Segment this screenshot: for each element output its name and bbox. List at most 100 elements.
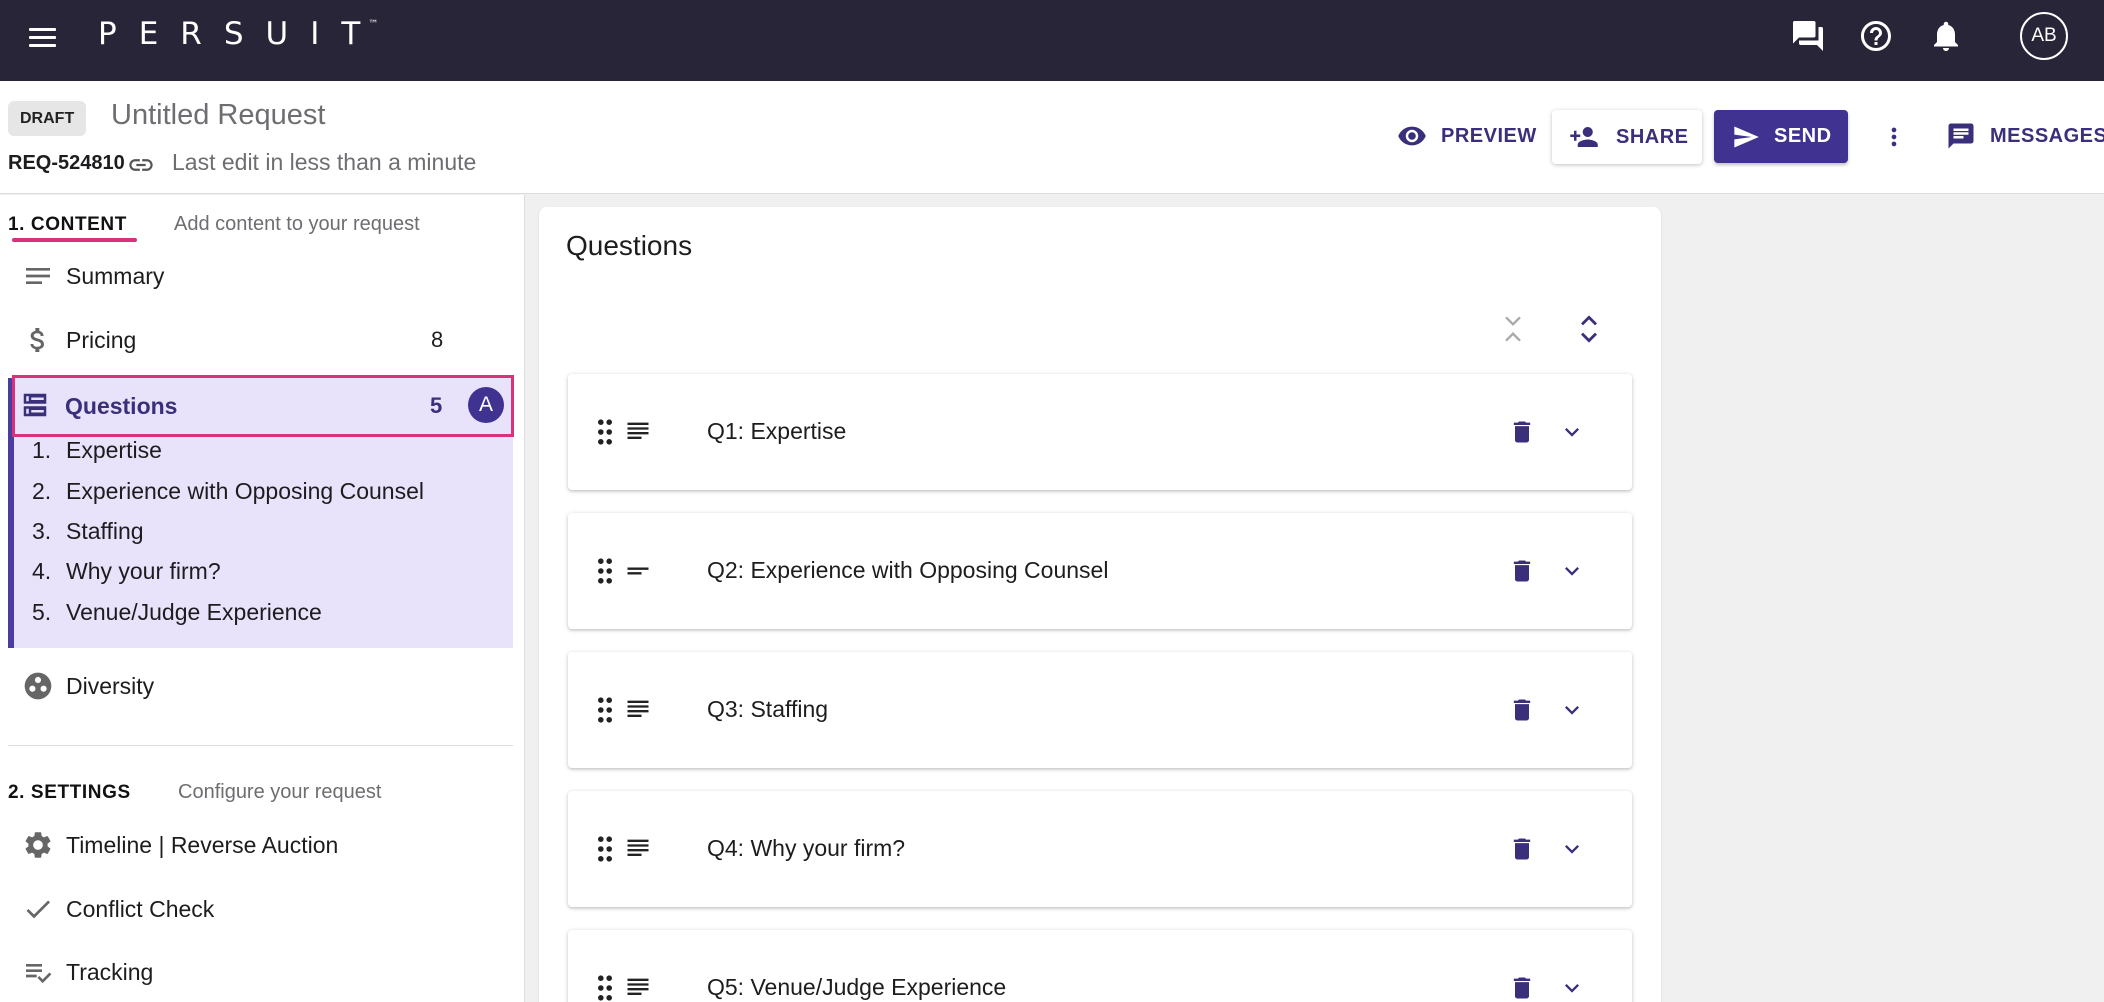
user-avatar[interactable]: AB xyxy=(2020,12,2068,60)
delete-icon[interactable] xyxy=(1508,416,1536,448)
sidebar-item-diversity[interactable]: Diversity xyxy=(8,658,513,714)
send-button[interactable]: SEND xyxy=(1714,110,1848,163)
chevron-down-icon[interactable] xyxy=(1558,696,1586,724)
help-icon[interactable] xyxy=(1858,18,1894,54)
sidebar-question-item[interactable]: 1. Expertise xyxy=(32,437,162,464)
question-card[interactable]: Q5: Venue/Judge Experience xyxy=(568,930,1632,1002)
check-icon xyxy=(26,900,50,919)
question-sublist: 1. Expertise 2. Experience with Opposing C… xyxy=(18,437,503,637)
questions-badge: A xyxy=(468,387,504,423)
sidebar-item-questions[interactable]: Questions 5 A xyxy=(12,375,514,437)
drag-handle-icon[interactable] xyxy=(596,835,614,863)
sidebar-question-item[interactable]: 3. Staffing xyxy=(32,518,144,545)
drag-handle-icon[interactable] xyxy=(596,418,614,446)
question-card[interactable]: Q2: Experience with Opposing Counsel xyxy=(568,513,1632,629)
delete-icon[interactable] xyxy=(1508,972,1536,1002)
question-number: 5. xyxy=(32,599,52,625)
chevron-down-icon[interactable] xyxy=(1558,418,1586,446)
checklist-icon xyxy=(26,964,52,984)
sidebar-item-summary[interactable]: Summary xyxy=(8,248,513,304)
persuit-logo[interactable]: PERSUIT™ xyxy=(98,16,392,52)
sidebar-item-label: Diversity xyxy=(66,672,155,699)
request-id: REQ-524810 xyxy=(8,152,125,174)
question-number: 4. xyxy=(32,558,52,584)
list-icon xyxy=(23,393,47,417)
dollar-icon xyxy=(30,328,44,352)
drag-handle-icon[interactable] xyxy=(596,557,614,585)
delete-icon[interactable] xyxy=(1508,833,1536,865)
chevron-down-icon[interactable] xyxy=(1558,835,1586,863)
sidebar-item-tracking[interactable]: Tracking xyxy=(8,944,513,1000)
collapse-all-icon[interactable] xyxy=(1499,312,1527,346)
question-title: Q3: Staffing xyxy=(707,696,829,722)
sidebar: 1. CONTENT Add content to your request S… xyxy=(0,195,525,1002)
expand-all-icon[interactable] xyxy=(1575,312,1603,346)
questions-panel: Questions Q1: Expertise Q2: Experience w… xyxy=(539,207,1661,1002)
send-icon xyxy=(1734,126,1759,147)
drag-handle-icon[interactable] xyxy=(596,974,614,1002)
preview-label: PREVIEW xyxy=(1441,124,1537,147)
settings-step-label: 2. SETTINGS xyxy=(8,782,131,803)
question-number: 1. xyxy=(32,437,52,463)
panel-title: Questions xyxy=(566,230,693,261)
sidebar-item-timeline[interactable]: Timeline | Reverse Auction xyxy=(8,817,513,873)
link-icon[interactable] xyxy=(127,151,155,179)
lines-icon xyxy=(26,268,50,284)
settings-step-header: 2. SETTINGS Configure your request xyxy=(8,781,381,804)
short-text-icon xyxy=(627,567,649,575)
messages-button[interactable]: MESSAGES xyxy=(1946,110,2104,162)
add-person-icon xyxy=(1570,127,1598,147)
question-card[interactable]: Q1: Expertise xyxy=(568,374,1632,490)
sidebar-item-conflict-check[interactable]: Conflict Check xyxy=(8,881,513,937)
sidebar-item-label: Questions xyxy=(65,393,178,419)
question-card[interactable]: Q4: Why your firm? xyxy=(568,791,1632,907)
delete-icon[interactable] xyxy=(1508,555,1536,587)
chevron-down-icon[interactable] xyxy=(1558,974,1586,1002)
last-edit-text: Last edit in less than a minute xyxy=(172,149,477,175)
long-text-icon xyxy=(627,422,649,439)
pricing-count: 8 xyxy=(431,327,444,352)
question-number: 3. xyxy=(32,518,52,544)
content-step-description: Add content to your request xyxy=(174,213,420,235)
sidebar-question-item[interactable]: 5. Venue/Judge Experience xyxy=(32,599,322,626)
question-title: Q4: Why your firm? xyxy=(707,835,906,861)
more-vertical-icon[interactable] xyxy=(1880,120,1908,154)
status-badge: DRAFT xyxy=(8,101,87,136)
share-button[interactable]: SHARE xyxy=(1552,110,1702,164)
content-step-header: 1. CONTENT Add content to your request xyxy=(8,213,420,236)
long-text-icon xyxy=(627,839,649,856)
preview-button[interactable]: PREVIEW xyxy=(1397,110,1537,162)
active-step-underline xyxy=(12,238,137,242)
sidebar-divider xyxy=(8,745,513,746)
top-navigation-bar: PERSUIT™ AB xyxy=(0,0,2104,81)
questions-count: 5 xyxy=(430,393,443,418)
long-text-icon xyxy=(627,978,649,995)
messages-label: MESSAGES xyxy=(1990,124,2104,147)
chat-icon[interactable] xyxy=(1790,18,1826,54)
content-step-label: 1. CONTENT xyxy=(8,214,127,235)
question-title: Q1: Expertise xyxy=(707,418,847,444)
send-label: SEND xyxy=(1774,125,1832,147)
question-title: Q2: Experience with Opposing Counsel xyxy=(707,557,1109,583)
question-label: Staffing xyxy=(66,518,144,544)
gear-icon xyxy=(25,832,51,858)
sidebar-question-item[interactable]: 2. Experience with Opposing Counsel xyxy=(32,478,424,505)
sidebar-item-pricing[interactable]: Pricing 8 xyxy=(8,312,513,368)
chevron-down-icon[interactable] xyxy=(1558,557,1586,585)
bell-icon[interactable] xyxy=(1928,18,1964,54)
sidebar-item-label: Summary xyxy=(66,262,165,289)
settings-step-description: Configure your request xyxy=(178,781,382,803)
question-card[interactable]: Q3: Staffing xyxy=(568,652,1632,768)
share-label: SHARE xyxy=(1616,125,1689,148)
sidebar-question-item[interactable]: 4. Why your firm? xyxy=(32,558,221,585)
drag-handle-icon[interactable] xyxy=(596,696,614,724)
sidebar-item-label: Pricing xyxy=(66,326,137,353)
question-label: Venue/Judge Experience xyxy=(66,599,322,625)
delete-icon[interactable] xyxy=(1508,694,1536,726)
request-title[interactable]: Untitled Request xyxy=(111,99,325,132)
sidebar-item-label: Timeline | Reverse Auction xyxy=(66,831,339,858)
long-text-icon xyxy=(627,700,649,717)
question-label: Experience with Opposing Counsel xyxy=(66,478,424,504)
hamburger-menu-icon[interactable] xyxy=(26,20,60,54)
eye-icon xyxy=(1398,126,1426,146)
